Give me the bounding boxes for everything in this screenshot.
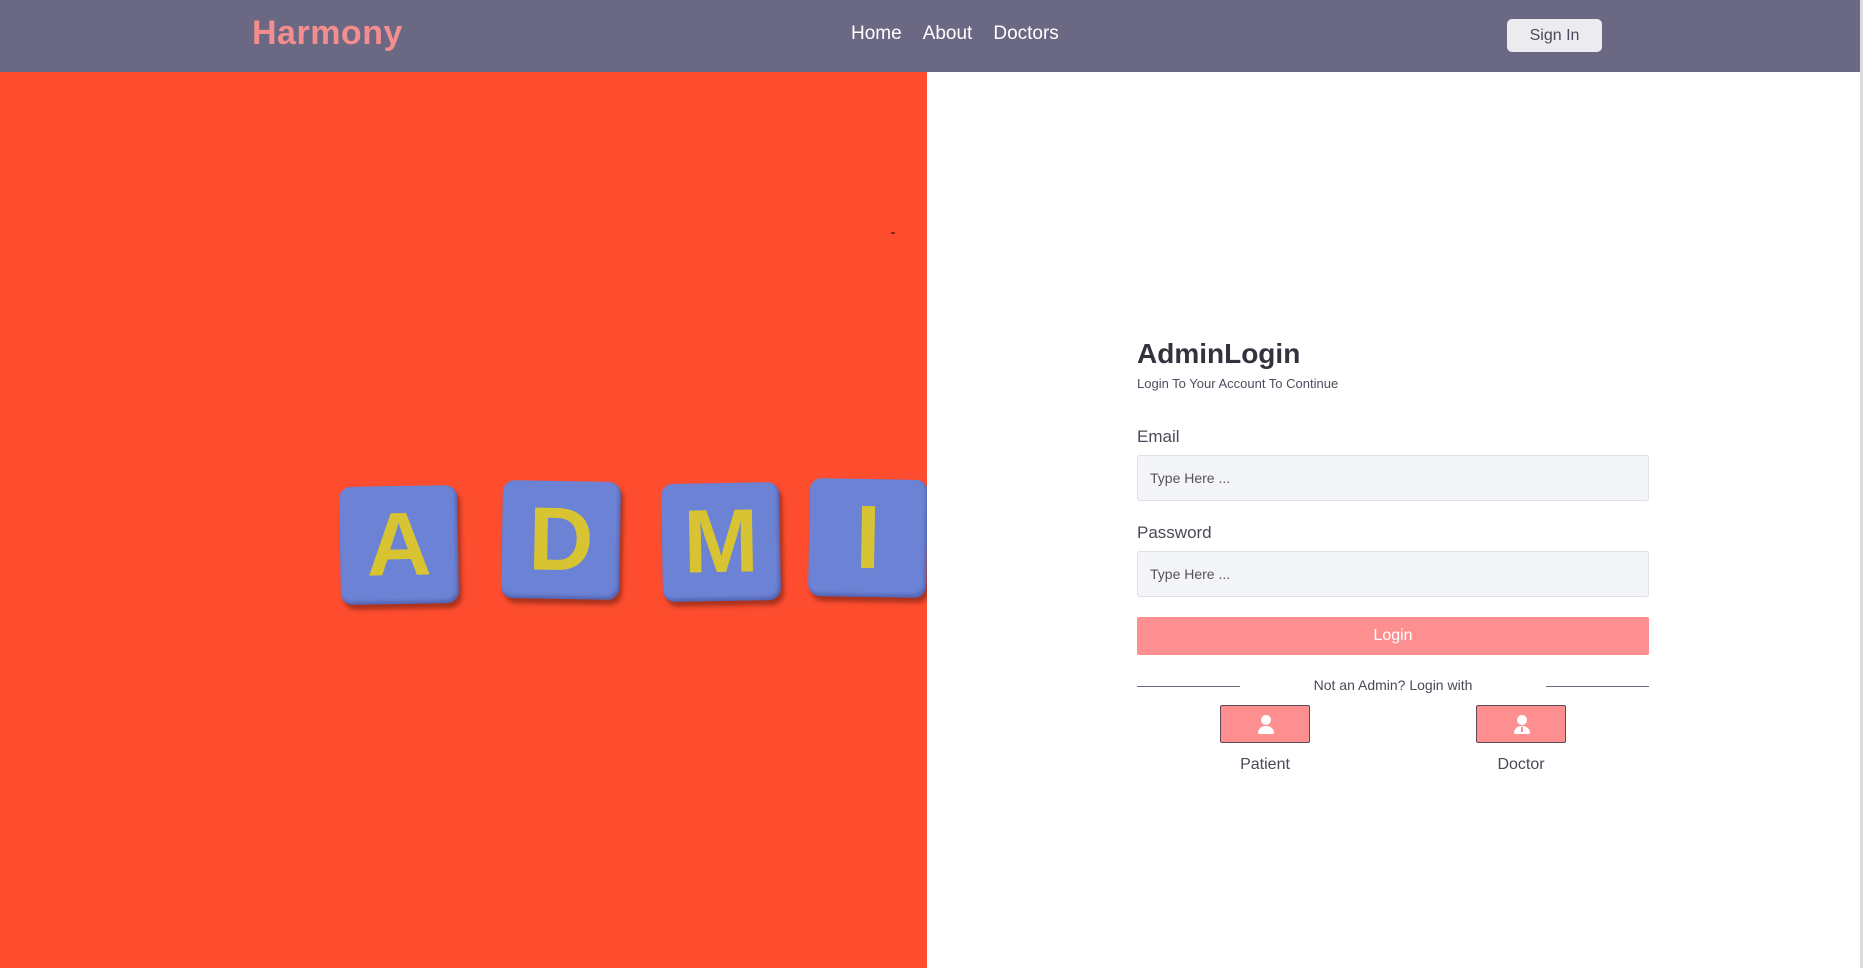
login-divider: Not an Admin? Login with: [1137, 675, 1649, 695]
doctor-icon: [1514, 715, 1530, 734]
navbar: Harmony Home About Doctors Sign In: [0, 0, 1860, 72]
doctor-login-option: Doctor: [1461, 705, 1581, 774]
brand-logo[interactable]: Harmony: [252, 14, 403, 53]
divider-text: Not an Admin? Login with: [1313, 677, 1473, 693]
patient-label: Patient: [1240, 756, 1290, 773]
letter-tile-d: D: [500, 479, 622, 601]
login-subtitle: Login To Your Account To Continue: [1137, 376, 1339, 391]
letter-tile-i: I: [807, 477, 927, 599]
doctor-label: Doctor: [1497, 756, 1545, 773]
paper-speck: [891, 232, 895, 234]
doctor-login-button[interactable]: [1476, 705, 1566, 743]
login-button[interactable]: Login: [1137, 617, 1649, 655]
nav-link-home[interactable]: Home: [851, 23, 902, 45]
nav-links: Home About Doctors: [851, 23, 1059, 45]
patient-login-option: Patient: [1205, 705, 1325, 774]
email-label: Email: [1137, 427, 1180, 446]
password-label: Password: [1137, 523, 1212, 542]
user-icon: [1258, 715, 1274, 734]
divider-line-right: [1546, 686, 1649, 687]
password-field[interactable]: [1137, 551, 1649, 597]
letter-tile-m: M: [660, 481, 782, 603]
login-form: AdminLogin Login To Your Account To Cont…: [1137, 338, 1649, 785]
email-field[interactable]: [1137, 455, 1649, 501]
nav-link-about[interactable]: About: [923, 23, 973, 45]
login-title: AdminLogin: [1137, 338, 1301, 369]
sign-in-button[interactable]: Sign In: [1507, 19, 1602, 52]
divider-line-left: [1137, 686, 1240, 687]
letter-tile-a: A: [338, 484, 460, 606]
alternative-logins: Patient Doctor: [1137, 705, 1649, 785]
patient-login-button[interactable]: [1220, 705, 1310, 743]
nav-link-doctors[interactable]: Doctors: [993, 23, 1058, 45]
hero-image: A D M I: [0, 72, 927, 968]
